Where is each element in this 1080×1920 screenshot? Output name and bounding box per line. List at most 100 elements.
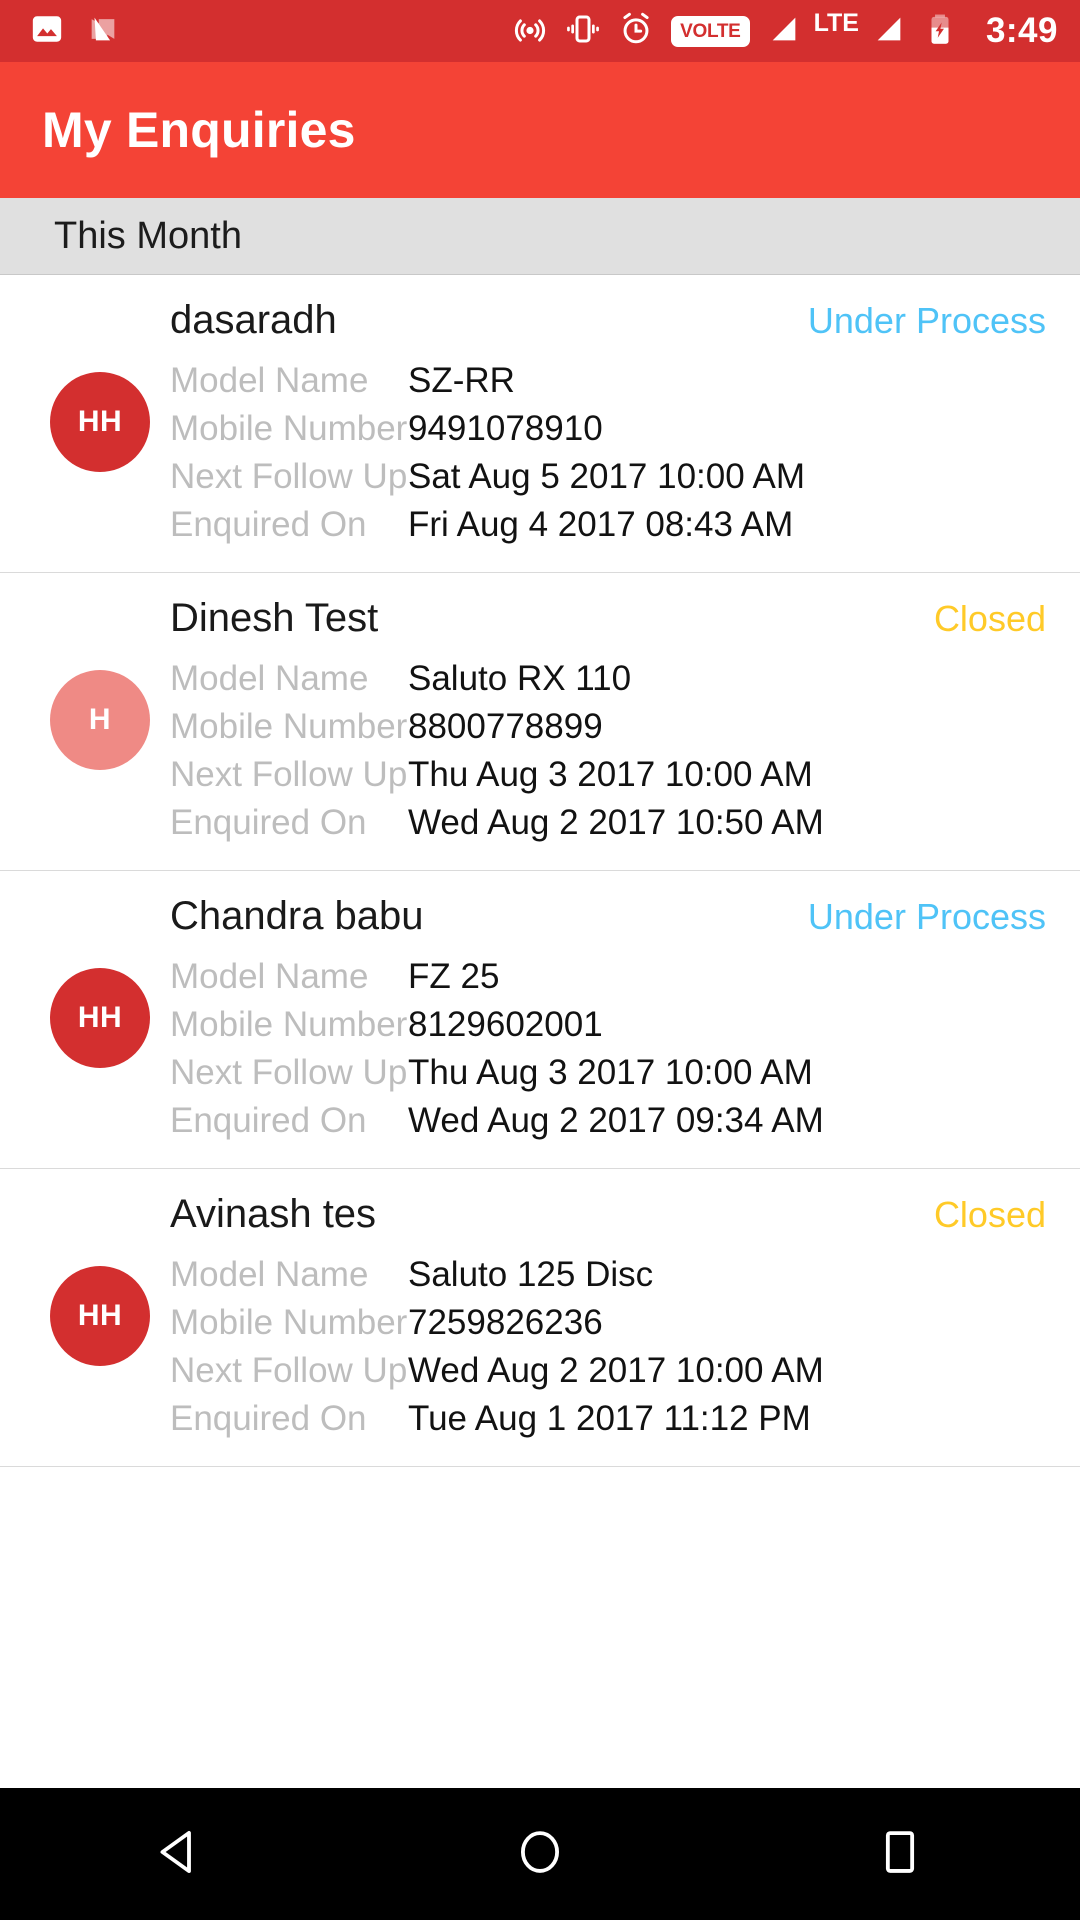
recents-square-icon [873, 1825, 927, 1884]
enquiry-card-header: Dinesh Test Closed [170, 596, 1046, 641]
detail-value: Saluto RX 110 [408, 659, 632, 698]
enquiry-card[interactable]: HH Chandra babu Under Process Model Name FZ … [0, 871, 1080, 1169]
avatar-container: H [30, 669, 170, 770]
detail-row-mobile-number: Mobile Number 8129602001 [170, 1005, 1046, 1045]
detail-row-mobile-number: Mobile Number 7259826236 [170, 1303, 1046, 1343]
status-bar-system-icons: VOLTE LTE 3:49 [512, 8, 1058, 52]
detail-row-model-name: Model Name Saluto 125 Disc [170, 1255, 1046, 1295]
nav-recents-button[interactable] [840, 1788, 960, 1920]
enquiry-card-body: dasaradh Under Process Model Name SZ-RR Mobi… [170, 298, 1050, 545]
enquiry-card[interactable]: HH dasaradh Under Process Model Name SZ-RR Mo… [0, 275, 1080, 573]
detail-value: FZ 25 [408, 957, 500, 996]
enquiry-card-body: Dinesh Test Closed Model Name Saluto RX 110… [170, 596, 1050, 843]
detail-label: Next Follow Up [170, 1351, 408, 1390]
detail-row-next-follow-up: Next Follow Up Sat Aug 5 2017 10:00 AM [170, 457, 1046, 497]
avatar-container: HH [30, 1265, 170, 1366]
signal-icon [767, 12, 801, 51]
lte-label: LTE [813, 8, 859, 37]
status-bar: VOLTE LTE 3:49 [0, 0, 1080, 62]
detail-label: Enquired On [170, 505, 367, 544]
detail-row-next-follow-up: Next Follow Up Thu Aug 3 2017 10:00 AM [170, 755, 1046, 795]
detail-value: Fri Aug 4 2017 08:43 AM [408, 505, 794, 544]
battery-charging-icon [923, 12, 957, 51]
detail-label: Enquired On [170, 1101, 367, 1140]
status-badge: Under Process [807, 896, 1046, 937]
avatar: HH [50, 1265, 150, 1366]
detail-row-next-follow-up: Next Follow Up Thu Aug 3 2017 10:00 AM [170, 1053, 1046, 1093]
enquiry-card-body: Chandra babu Under Process Model Name FZ 25… [170, 894, 1050, 1141]
detail-label: Mobile Number [170, 1303, 408, 1342]
home-circle-icon [513, 1825, 567, 1884]
avatar-container: HH [30, 371, 170, 472]
avatar: HH [50, 371, 150, 472]
enquiry-card-header: Chandra babu Under Process [170, 894, 1046, 939]
detail-label: Model Name [170, 957, 369, 996]
detail-label: Next Follow Up [170, 457, 408, 496]
back-triangle-icon [153, 1825, 207, 1884]
detail-row-enquired-on: Enquired On Tue Aug 1 2017 11:12 PM [170, 1399, 1046, 1439]
detail-value: Thu Aug 3 2017 10:00 AM [408, 1053, 813, 1092]
customer-name: Avinash tes [170, 1192, 377, 1236]
section-header-label: This Month [54, 214, 242, 257]
android-navigation-bar [0, 1788, 1080, 1920]
status-bar-notifications [30, 12, 120, 51]
detail-label: Enquired On [170, 803, 367, 842]
enquiry-card-header: dasaradh Under Process [170, 298, 1046, 343]
avatar: H [50, 669, 150, 770]
enquiry-card[interactable]: H Dinesh Test Closed Model Name Saluto RX 11… [0, 573, 1080, 871]
detail-label: Enquired On [170, 1399, 367, 1438]
detail-row-enquired-on: Enquired On Wed Aug 2 2017 10:50 AM [170, 803, 1046, 843]
nav-back-button[interactable] [120, 1788, 240, 1920]
enquiry-card-body: Avinash tes Closed Model Name Saluto 125 Di… [170, 1192, 1050, 1439]
customer-name: dasaradh [170, 298, 337, 342]
detail-row-mobile-number: Mobile Number 9491078910 [170, 409, 1046, 449]
detail-value: 8800778899 [408, 707, 603, 746]
avatar: HH [50, 967, 150, 1068]
detail-label: Mobile Number [170, 707, 408, 746]
detail-label: Next Follow Up [170, 1053, 408, 1092]
android-nougat-icon [86, 12, 120, 51]
detail-row-enquired-on: Enquired On Fri Aug 4 2017 08:43 AM [170, 505, 1046, 545]
volte-badge: VOLTE [671, 15, 750, 47]
page-title: My Enquiries [42, 102, 356, 158]
enquiry-list: HH dasaradh Under Process Model Name SZ-RR Mo… [0, 275, 1080, 1467]
detail-label: Next Follow Up [170, 755, 408, 794]
avatar-container: HH [30, 967, 170, 1068]
detail-label: Model Name [170, 361, 369, 400]
detail-label: Model Name [170, 1255, 369, 1294]
detail-value: 9491078910 [408, 409, 603, 448]
detail-value: Sat Aug 5 2017 10:00 AM [408, 457, 805, 496]
detail-row-model-name: Model Name SZ-RR [170, 361, 1046, 401]
detail-row-mobile-number: Mobile Number 8800778899 [170, 707, 1046, 747]
detail-value: Tue Aug 1 2017 11:12 PM [408, 1399, 811, 1438]
detail-value: SZ-RR [408, 361, 515, 400]
vibrate-icon [565, 11, 601, 52]
nav-home-button[interactable] [480, 1788, 600, 1920]
hotspot-icon [512, 11, 548, 52]
detail-row-model-name: Model Name Saluto RX 110 [170, 659, 1046, 699]
alarm-icon [618, 11, 654, 52]
detail-label: Mobile Number [170, 409, 408, 448]
detail-label: Mobile Number [170, 1005, 408, 1044]
detail-value: Saluto 125 Disc [408, 1255, 654, 1294]
status-badge: Closed [933, 598, 1046, 639]
detail-value: 8129602001 [408, 1005, 603, 1044]
section-header-this-month: This Month [0, 198, 1080, 275]
detail-value: Thu Aug 3 2017 10:00 AM [408, 755, 813, 794]
app-bar: My Enquiries [0, 62, 1080, 198]
detail-value: Wed Aug 2 2017 09:34 AM [408, 1101, 824, 1140]
detail-value: 7259826236 [408, 1303, 603, 1342]
status-badge: Closed [933, 1194, 1046, 1235]
clock: 3:49 [985, 11, 1058, 50]
detail-row-next-follow-up: Next Follow Up Wed Aug 2 2017 10:00 AM [170, 1351, 1046, 1391]
customer-name: Chandra babu [170, 894, 424, 938]
detail-value: Wed Aug 2 2017 10:50 AM [408, 803, 824, 842]
signal-icon-2 [872, 12, 906, 51]
photo-icon [30, 12, 64, 51]
detail-row-enquired-on: Enquired On Wed Aug 2 2017 09:34 AM [170, 1101, 1046, 1141]
customer-name: Dinesh Test [170, 596, 379, 640]
detail-label: Model Name [170, 659, 369, 698]
enquiry-card[interactable]: HH Avinash tes Closed Model Name Saluto 125 … [0, 1169, 1080, 1467]
detail-row-model-name: Model Name FZ 25 [170, 957, 1046, 997]
detail-value: Wed Aug 2 2017 10:00 AM [408, 1351, 824, 1390]
